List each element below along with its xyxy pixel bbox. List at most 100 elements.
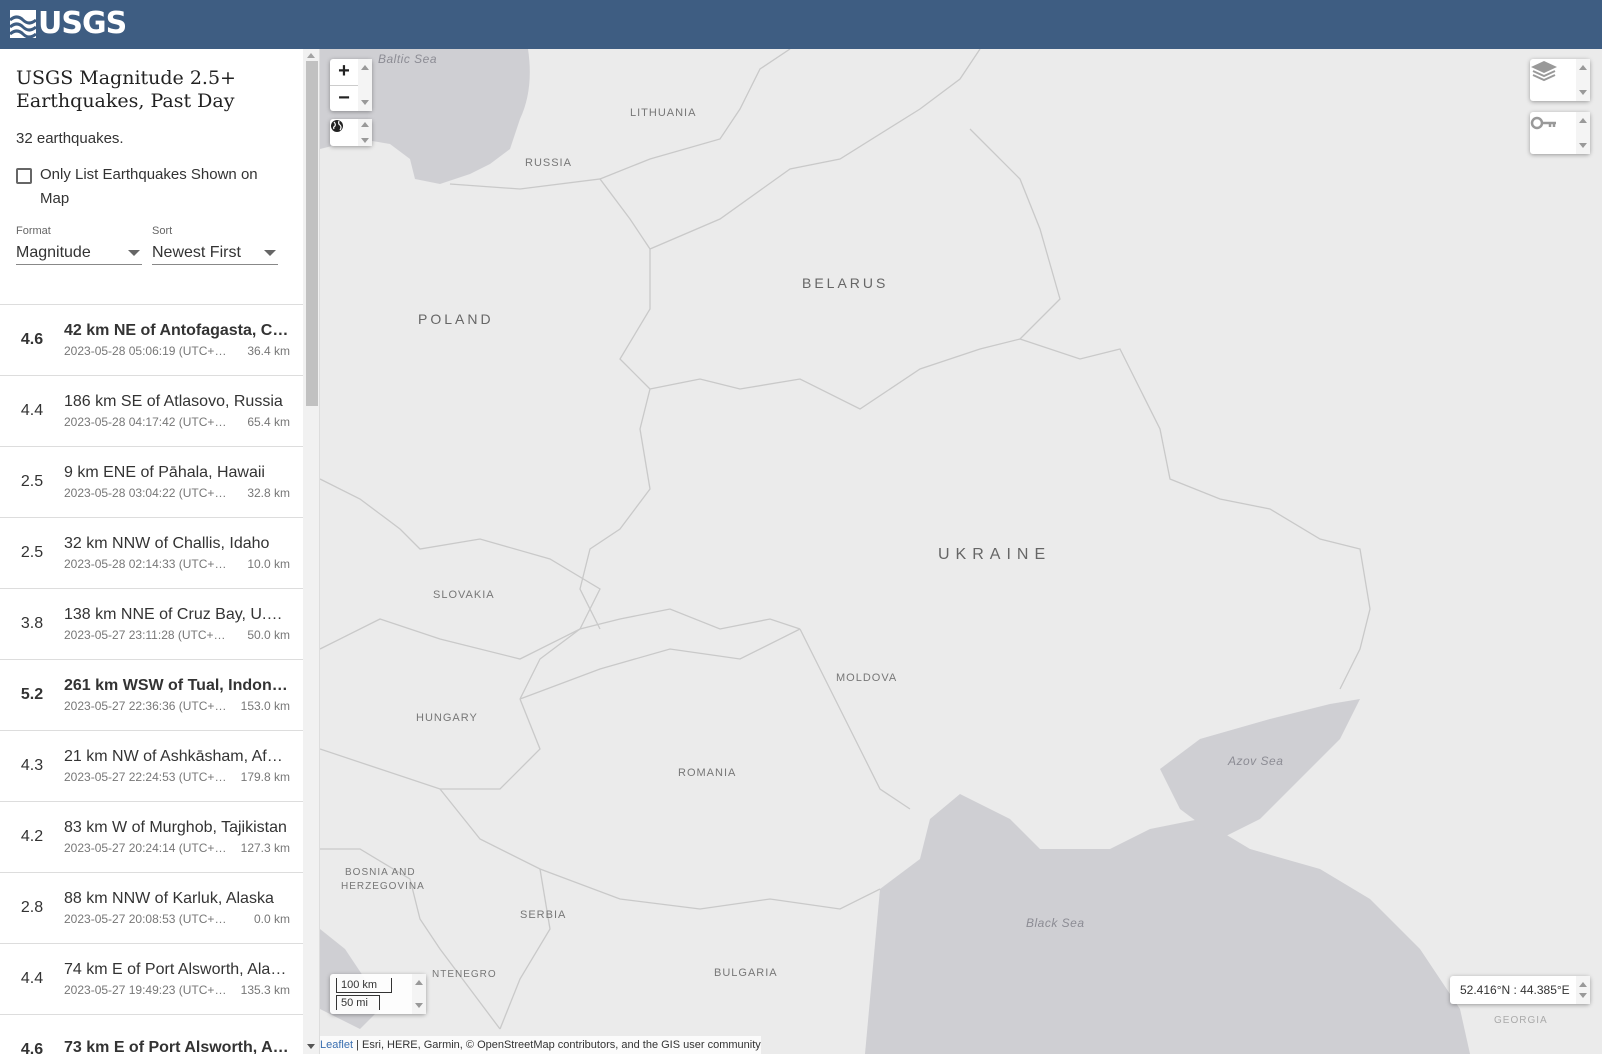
scroll-down-icon[interactable] <box>1579 90 1587 95</box>
quake-depth: 10.0 km <box>247 557 290 571</box>
map-label-azov-sea: Azov Sea <box>1228 754 1284 768</box>
only-list-label[interactable]: Only List Earthquakes Shown on Map <box>40 163 288 211</box>
quake-meta: 2023-05-27 20:24:14 (UTC+00:00) 127.3 km <box>64 841 290 855</box>
quake-time: 2023-05-28 05:06:19 (UTC+00:00) <box>64 344 232 358</box>
quake-info: 186 km SE of Atlasovo, Russia 2023-05-28 … <box>64 393 290 429</box>
format-dropdown[interactable]: Magnitude <box>16 241 142 265</box>
magnitude: 5.2 <box>20 686 44 703</box>
quake-place: 74 km E of Port Alsworth, Alaska <box>64 961 290 978</box>
format-value: Magnitude <box>16 243 91 261</box>
list-item[interactable]: 4.3 21 km NW of Ashkāsham, Afghanistan 202… <box>0 730 304 801</box>
scroll-up-icon[interactable] <box>415 980 423 985</box>
chevron-down-icon[interactable] <box>307 1044 315 1049</box>
quake-time: 2023-05-28 02:14:33 (UTC+00:00) <box>64 557 232 571</box>
quake-depth: 65.4 km <box>247 415 290 429</box>
scroll-down-icon[interactable] <box>1579 143 1587 148</box>
earthquake-list-panel: USGS Magnitude 2.5+ Earthquakes, Past Da… <box>0 49 320 1054</box>
quake-place: 138 km NNE of Cruz Bay, U.S. Virgin Isla… <box>64 606 290 623</box>
quake-place: 9 km ENE of Pāhala, Hawaii <box>64 464 265 481</box>
scroll-down-icon[interactable] <box>1579 993 1587 998</box>
quake-info: 74 km E of Port Alsworth, Alaska 2023-05-… <box>64 961 290 997</box>
magnitude: 4.4 <box>20 402 44 419</box>
sidebar-scrollbar[interactable] <box>303 49 319 1054</box>
map-view[interactable]: Baltic Sea LITHUANIA RUSSIA BELARUS POLA… <box>320 49 1602 1054</box>
control-scrollbar[interactable] <box>1576 59 1590 101</box>
sort-select[interactable]: Sort Newest First <box>152 225 278 265</box>
list-item[interactable]: 4.6 42 km NE of Antofagasta, Chile 2023-05… <box>0 304 304 375</box>
list-item[interactable]: 4.6 73 km E of Port Alsworth, Alaska <box>0 1014 304 1054</box>
scroll-down-icon[interactable] <box>361 138 369 143</box>
control-scrollbar[interactable] <box>358 59 372 111</box>
scrollbar-thumb[interactable] <box>306 61 318 406</box>
quake-time: 2023-05-27 19:49:23 (UTC+00:00) <box>64 983 232 997</box>
quake-meta: 2023-05-28 02:14:33 (UTC+00:00) 10.0 km <box>64 557 290 571</box>
scroll-down-icon[interactable] <box>361 100 369 105</box>
layers-icon[interactable] <box>1530 59 1558 83</box>
control-scrollbar[interactable] <box>1576 976 1590 1004</box>
control-scrollbar[interactable] <box>412 974 426 1014</box>
only-list-checkbox[interactable] <box>16 168 32 184</box>
scroll-up-icon[interactable] <box>361 65 369 70</box>
map-label-russia: RUSSIA <box>525 157 572 169</box>
scroll-up-icon[interactable] <box>361 122 369 127</box>
legend-control[interactable] <box>1530 112 1590 154</box>
map-label-lithuania: LITHUANIA <box>630 107 697 119</box>
quake-info: 138 km NNE of Cruz Bay, U.S. Virgin Isla… <box>64 606 290 642</box>
list-item[interactable]: 4.4 74 km E of Port Alsworth, Alaska 2023-… <box>0 943 304 1014</box>
format-select[interactable]: Format Magnitude <box>16 225 142 265</box>
list-item[interactable]: 3.8 138 km NNE of Cruz Bay, U.S. Virgin I… <box>0 588 304 659</box>
earthquake-list: 4.6 42 km NE of Antofagasta, Chile 2023-05… <box>0 304 304 1054</box>
leaflet-link[interactable]: Leaflet <box>320 1039 353 1051</box>
scroll-up-icon[interactable] <box>1579 118 1587 123</box>
map-label-poland: POLAND <box>418 311 494 327</box>
quake-depth: 179.8 km <box>240 770 290 784</box>
map-label-serbia: SERBIA <box>520 909 567 921</box>
control-scrollbar[interactable] <box>1576 112 1590 154</box>
map-label-romania: ROMANIA <box>678 767 737 779</box>
quake-meta: 2023-05-27 20:08:53 (UTC+03:00) 0.0 km <box>64 912 290 926</box>
scroll-up-icon[interactable] <box>1579 65 1587 70</box>
quake-info: 83 km W of Murghob, Tajikistan 2023-05-27… <box>64 819 290 855</box>
quake-depth: 153.0 km <box>240 699 290 713</box>
list-header: USGS Magnitude 2.5+ Earthquakes, Past Da… <box>0 49 304 265</box>
key-icon[interactable] <box>1530 112 1558 134</box>
control-scrollbar[interactable] <box>358 119 372 146</box>
quake-place: 261 km WSW of Tual, Indonesia <box>64 677 290 694</box>
map-label-belarus: BELARUS <box>802 275 889 291</box>
layers-control[interactable] <box>1530 59 1590 101</box>
list-item[interactable]: 2.8 88 km NNW of Karluk, Alaska 2023-05-27… <box>0 872 304 943</box>
quake-meta: 2023-05-28 05:06:19 (UTC+00:00) 36.4 km <box>64 344 290 358</box>
sort-dropdown[interactable]: Newest First <box>152 241 278 265</box>
magnitude: 4.2 <box>20 828 44 845</box>
quake-time: 2023-05-27 20:08:53 (UTC+03:00) <box>64 912 232 926</box>
quake-time: 2023-05-27 20:24:14 (UTC+00:00) <box>64 841 232 855</box>
list-item[interactable]: 2.5 9 km ENE of Pāhala, Hawaii 2023-05-28 … <box>0 446 304 517</box>
scroll-up-icon[interactable] <box>307 53 315 58</box>
magnitude: 2.8 <box>20 899 44 916</box>
quake-info: 21 km NW of Ashkāsham, Afghanistan 2023-0… <box>64 748 290 784</box>
quake-meta: 2023-05-27 19:49:23 (UTC+00:00) 135.3 km <box>64 983 290 997</box>
usgs-logo[interactable]: USGS <box>10 9 127 39</box>
zoom-out-button[interactable]: − <box>330 85 358 111</box>
quake-info: 9 km ENE of Pāhala, Hawaii 2023-05-28 03:… <box>64 464 290 500</box>
list-item[interactable]: 4.2 83 km W of Murghob, Tajikistan 2023-05… <box>0 801 304 872</box>
scroll-down-icon[interactable] <box>415 1003 423 1008</box>
only-list-option[interactable]: Only List Earthquakes Shown on Map <box>16 163 288 211</box>
scale-mi: 50 mi <box>336 995 380 1010</box>
list-item[interactable]: 2.5 32 km NNW of Challis, Idaho 2023-05-28… <box>0 517 304 588</box>
scroll-up-icon[interactable] <box>1579 982 1587 987</box>
quake-time: 2023-05-28 03:04:22 (UTC+00:00) <box>64 486 232 500</box>
sort-value: Newest First <box>152 243 241 261</box>
magnitude: 4.6 <box>20 331 44 348</box>
globe-icon[interactable] <box>330 119 344 133</box>
zoom-in-button[interactable]: + <box>330 59 358 85</box>
region-control[interactable] <box>330 119 372 146</box>
list-item[interactable]: 5.2 261 km WSW of Tual, Indonesia 2023-05-… <box>0 659 304 730</box>
quake-place: 21 km NW of Ashkāsham, Afghanistan <box>64 748 290 765</box>
zoom-control: + − <box>330 59 372 111</box>
list-item[interactable]: 4.4 186 km SE of Atlasovo, Russia 2023-05-… <box>0 375 304 446</box>
quake-info: 32 km NNW of Challis, Idaho 2023-05-28 02… <box>64 535 290 571</box>
quake-depth: 32.8 km <box>247 486 290 500</box>
chevron-down-icon <box>264 249 276 256</box>
quake-depth: 135.3 km <box>240 983 290 997</box>
